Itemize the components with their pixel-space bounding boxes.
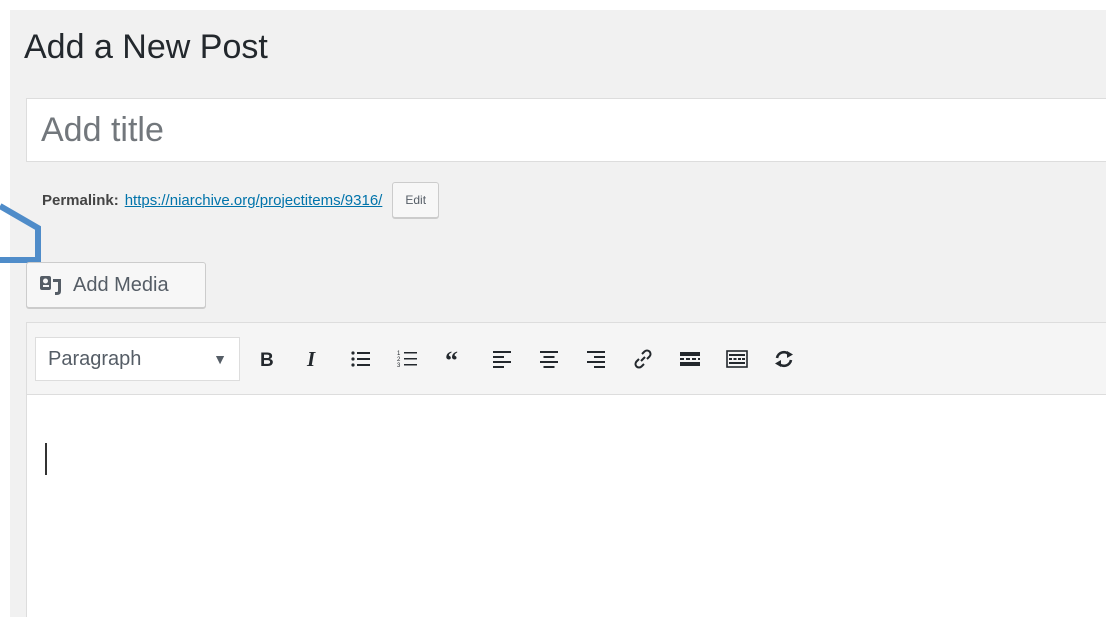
permalink-link[interactable]: https://niarchive.org/projectitems/9316/ [125, 192, 383, 209]
editor-toolbar: Paragraph ▼ B I 1 2 3 “ [27, 323, 1106, 395]
align-right-icon [587, 351, 605, 368]
blockquote-icon: “ [445, 348, 458, 370]
blockquote-button[interactable]: “ [440, 345, 470, 373]
refresh-icon [775, 350, 793, 368]
align-center-button[interactable] [534, 345, 564, 373]
link-icon [634, 349, 652, 369]
edit-permalink-button[interactable]: Edit [392, 182, 440, 218]
align-left-button[interactable] [487, 345, 517, 373]
italic-icon: I [306, 348, 316, 370]
caret-down-icon: ▼ [213, 351, 227, 367]
editor-content-area[interactable] [27, 395, 1106, 618]
permalink-label: Permalink: [42, 191, 119, 209]
italic-button[interactable]: I [299, 345, 329, 373]
svg-text:3: 3 [397, 363, 401, 369]
numbered-list-button[interactable]: 1 2 3 [393, 345, 423, 373]
read-more-icon [680, 352, 700, 366]
align-right-button[interactable] [581, 345, 611, 373]
svg-text:B: B [260, 350, 274, 370]
svg-text:“: “ [445, 348, 458, 370]
editor-page: Add a New Post Permalink: https://niarch… [0, 10, 1106, 617]
bold-button[interactable]: B [252, 345, 282, 373]
permalink-row: Permalink: https://niarchive.org/project… [42, 181, 440, 219]
text-cursor [45, 443, 47, 475]
add-media-label: Add Media [73, 273, 169, 296]
bold-icon: B [260, 350, 274, 370]
svg-text:I: I [306, 348, 316, 370]
align-left-icon [493, 351, 511, 368]
refresh-button[interactable] [769, 345, 799, 373]
bulleted-list-icon [351, 351, 370, 367]
content-editor: Paragraph ▼ B I 1 2 3 “ [26, 322, 1106, 617]
keyboard-icon [726, 350, 748, 368]
add-media-button[interactable]: Add Media [26, 262, 206, 308]
post-title-input[interactable] [26, 98, 1106, 162]
read-more-button[interactable] [675, 345, 705, 373]
format-select[interactable]: Paragraph ▼ [35, 337, 240, 381]
insert-link-button[interactable] [628, 345, 658, 373]
align-center-icon [540, 351, 558, 368]
page-title: Add a New Post [24, 28, 268, 66]
format-select-value: Paragraph [48, 347, 142, 370]
numbered-list-icon: 1 2 3 [397, 351, 417, 369]
bulleted-list-button[interactable] [346, 345, 376, 373]
toolbar-toggle-button[interactable] [722, 345, 752, 373]
media-icon [40, 276, 61, 295]
